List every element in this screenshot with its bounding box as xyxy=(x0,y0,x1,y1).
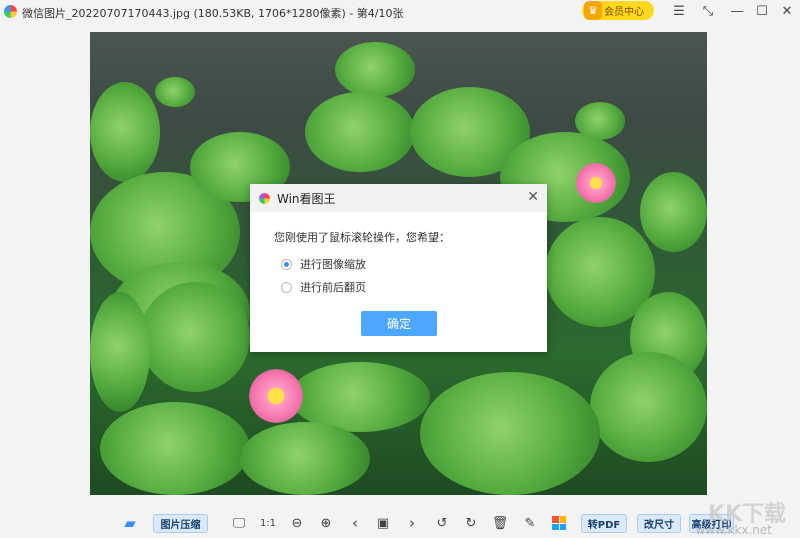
actual-size-button[interactable]: 1:1 xyxy=(259,513,277,533)
confirm-button[interactable]: 确定 xyxy=(361,311,437,336)
fullscreen-button[interactable]: ⤡ xyxy=(698,2,718,22)
menu-button[interactable]: ☰ xyxy=(669,2,689,22)
minimize-button[interactable]: — xyxy=(727,2,747,22)
next-icon[interactable]: › xyxy=(403,513,421,533)
option-label: 进行图像缩放 xyxy=(300,258,366,271)
watermark-url: www.kkx.net xyxy=(695,523,772,537)
slideshow-icon[interactable]: ▣ xyxy=(374,513,392,533)
option-label: 进行前后翻页 xyxy=(300,281,366,294)
previous-icon[interactable]: ‹ xyxy=(346,513,364,533)
crown-icon: ♛ xyxy=(584,1,602,20)
scroll-action-dialog: Win看图王 ✕ 您刚使用了鼠标滚轮操作，您希望： 进行图像缩放 进行前后翻页 … xyxy=(250,184,547,352)
option-zoom[interactable]: 进行图像缩放 xyxy=(281,256,366,272)
compress-button[interactable]: 图片压缩 xyxy=(153,514,208,533)
app-logo-icon xyxy=(4,5,17,18)
vip-center-button[interactable]: ♛ 会员中心 xyxy=(582,1,654,20)
dialog-message: 您刚使用了鼠标滚轮操作，您希望： xyxy=(274,231,450,244)
resize-button[interactable]: 改尺寸 xyxy=(637,514,681,533)
convert-pdf-button[interactable]: 转PDF xyxy=(581,514,627,533)
maximize-button[interactable]: ☐ xyxy=(752,2,772,22)
radio-selected[interactable] xyxy=(281,258,292,270)
dialog-title: Win看图王 xyxy=(277,191,336,206)
close-button[interactable]: ✕ xyxy=(777,2,797,22)
window-title: 微信图片_20220707170443.jpg (180.53KB, 1706*… xyxy=(22,7,404,20)
radio-unselected[interactable] xyxy=(281,281,292,293)
title-bar: 微信图片_20220707170443.jpg (180.53KB, 1706*… xyxy=(0,0,800,24)
edit-icon[interactable]: ✎ xyxy=(521,513,539,533)
dialog-close-button[interactable]: ✕ xyxy=(527,189,539,205)
app-logo-icon xyxy=(259,192,270,204)
zoom-out-icon[interactable]: ⊖ xyxy=(288,513,306,533)
delete-icon[interactable]: 🗑 xyxy=(491,513,509,533)
vip-label: 会员中心 xyxy=(604,7,644,18)
monitor-icon[interactable]: 🖵 xyxy=(230,513,248,533)
zoom-in-icon[interactable]: ⊕ xyxy=(317,513,335,533)
dialog-header: Win看图王 xyxy=(250,184,547,212)
option-page-turn[interactable]: 进行前后翻页 xyxy=(281,279,366,295)
rotate-left-icon[interactable]: ↺ xyxy=(433,513,451,533)
apps-icon[interactable] xyxy=(550,513,568,533)
open-folder-icon[interactable]: ▰ xyxy=(121,513,139,533)
rotate-right-icon[interactable]: ↻ xyxy=(462,513,480,533)
